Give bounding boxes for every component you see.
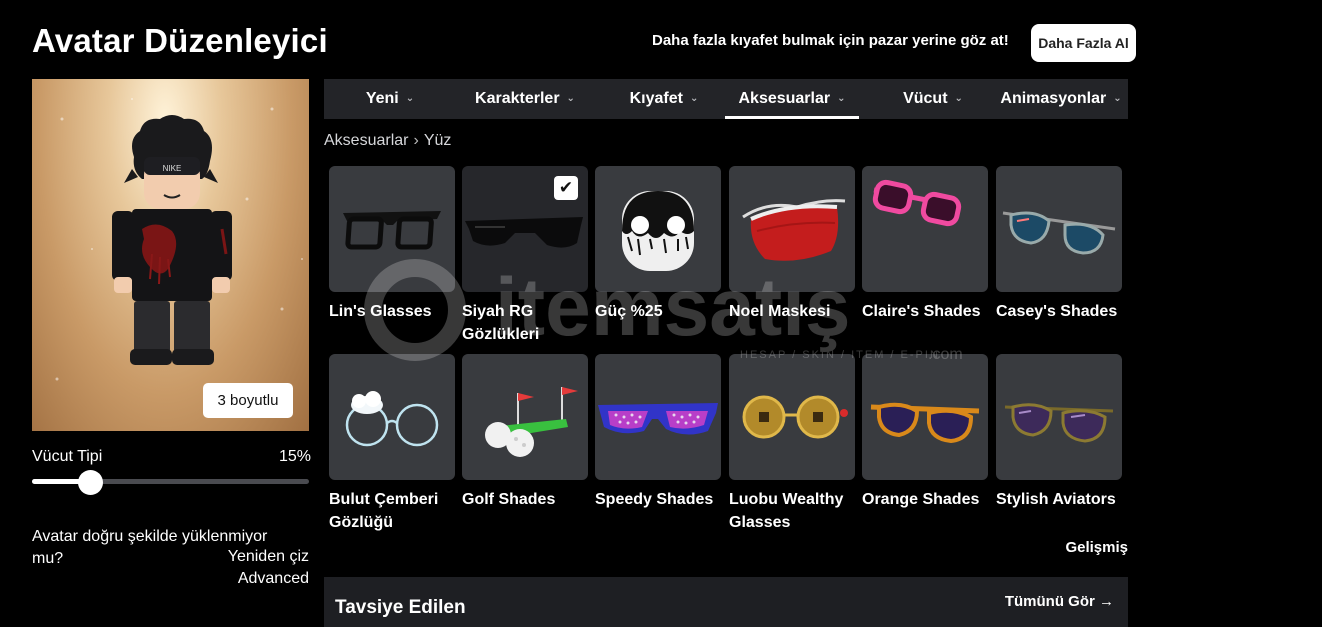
chevron-down-icon: ⌄ xyxy=(1113,92,1122,104)
marketplace-promo-text: Daha fazla kıyafet bulmak için pazar yer… xyxy=(652,32,1009,49)
tab-label: Karakterler xyxy=(475,90,560,107)
red-face-mask-icon xyxy=(729,166,855,292)
arrow-right-icon: → xyxy=(1099,593,1114,610)
breadcrumb-current: Yüz xyxy=(423,132,452,149)
item-name: Siyah RG Gözlükleri xyxy=(462,303,540,343)
item-name: Orange Shades xyxy=(862,491,980,508)
item-card[interactable]: Lin's Glasses xyxy=(329,166,455,323)
body-type-slider-track[interactable] xyxy=(32,479,309,484)
item-name: Noel Maskesi xyxy=(729,303,831,320)
item-name: Bulut Çemberi Gözlüğü xyxy=(329,491,439,531)
item-name: Güç %25 xyxy=(595,303,663,320)
tab-aksesuarlar[interactable]: Aksesuarlar ⌄ xyxy=(725,79,859,119)
item-name: Claire's Shades xyxy=(862,303,981,320)
item-name: Stylish Aviators xyxy=(996,491,1116,508)
tab-yeni[interactable]: Yeni ⌄ xyxy=(339,79,441,119)
item-name: Lin's Glasses xyxy=(329,303,432,320)
body-type-slider-thumb[interactable] xyxy=(77,470,103,495)
chevron-down-icon: ⌄ xyxy=(405,92,415,104)
item-card[interactable]: ✔ Siyah RG Gözlükleri xyxy=(462,166,588,346)
cloud-glasses-icon xyxy=(329,354,455,480)
tab-label: Aksesuarlar xyxy=(738,90,831,107)
item-card[interactable]: Güç %25 xyxy=(595,166,721,323)
recommended-section: Tavsiye Edilen Tümünü Gör → xyxy=(324,577,1128,627)
hat-logo-text: NIKE xyxy=(163,164,182,173)
tab-label: Animasyonlar xyxy=(1000,90,1107,107)
coin-glasses-icon xyxy=(729,354,855,480)
item-card[interactable]: Noel Maskesi xyxy=(729,166,855,323)
black-sunglasses-icon: ✔ xyxy=(462,166,588,292)
body-type-value: 15% xyxy=(279,448,312,465)
tab-karakterler[interactable]: Karakterler ⌄ xyxy=(461,79,589,119)
face-mask-head-icon xyxy=(595,166,721,292)
orange-shades-icon xyxy=(862,354,988,480)
view-3d-button[interactable]: 3 boyutlu xyxy=(203,383,293,418)
item-card[interactable]: Casey's Shades xyxy=(996,166,1122,323)
tab-vucut[interactable]: Vücut ⌄ xyxy=(878,79,988,119)
item-card[interactable]: Claire's Shades xyxy=(862,166,988,323)
chevron-down-icon: ⌄ xyxy=(566,92,575,104)
page-title: Avatar Düzenleyici xyxy=(32,22,328,59)
see-all-link[interactable]: Tümünü Gör → xyxy=(1005,593,1114,610)
advanced-filter-link[interactable]: Gelişmiş xyxy=(1065,539,1128,556)
buy-more-button[interactable]: Daha Fazla Al xyxy=(1031,24,1136,62)
tab-animasyonlar[interactable]: Animasyonlar ⌄ xyxy=(996,79,1126,119)
breadcrumb: Aksesuarlar › Yüz xyxy=(324,132,451,150)
chevron-down-icon: ⌄ xyxy=(954,92,963,104)
golf-shades-icon xyxy=(462,354,588,480)
recommended-title: Tavsiye Edilen xyxy=(335,597,466,618)
see-all-label: Tümünü Gör xyxy=(1004,593,1095,610)
category-tabs: Yeni ⌄ Karakterler ⌄ Kıyafet ⌄ Aksesuarlar ⌄… xyxy=(324,79,1128,119)
item-card[interactable]: Speedy Shades xyxy=(595,354,721,511)
stylish-aviators-icon xyxy=(996,354,1122,480)
tab-label: Kıyafet xyxy=(629,90,683,107)
breadcrumb-parent[interactable]: Aksesuarlar xyxy=(324,132,408,149)
advanced-link[interactable]: Advanced xyxy=(238,570,309,588)
item-name: Speedy Shades xyxy=(595,491,714,508)
black-glasses-icon xyxy=(329,166,455,292)
avatar-figure: NIKE xyxy=(55,98,303,411)
chevron-right-icon: › xyxy=(413,132,419,149)
item-card[interactable]: Stylish Aviators xyxy=(996,354,1122,511)
tab-label: Vücut xyxy=(903,90,948,107)
redraw-link[interactable]: Yeniden çiz xyxy=(228,548,309,566)
item-name: Luobu Wealthy Glasses xyxy=(729,491,844,531)
tab-kiyafet[interactable]: Kıyafet ⌄ xyxy=(611,79,717,119)
item-name: Casey's Shades xyxy=(996,303,1118,320)
avatar-preview: NIKE xyxy=(32,79,309,431)
item-card[interactable]: Orange Shades xyxy=(862,354,988,511)
item-card[interactable]: Golf Shades xyxy=(462,354,588,511)
body-type-label: Vücut Tipi xyxy=(32,448,103,465)
pink-shades-icon xyxy=(862,166,988,292)
chevron-down-icon: ⌄ xyxy=(689,92,699,104)
item-card[interactable]: Bulut Çemberi Gözlüğü xyxy=(329,354,455,534)
selected-check-icon: ✔ xyxy=(554,176,578,200)
item-card[interactable]: Luobu Wealthy Glasses xyxy=(729,354,855,534)
chevron-down-icon: ⌄ xyxy=(837,92,846,104)
speedy-shades-icon xyxy=(595,354,721,480)
item-name: Golf Shades xyxy=(462,491,556,508)
tab-label: Yeni xyxy=(365,90,399,107)
blue-aviators-icon xyxy=(996,166,1122,292)
